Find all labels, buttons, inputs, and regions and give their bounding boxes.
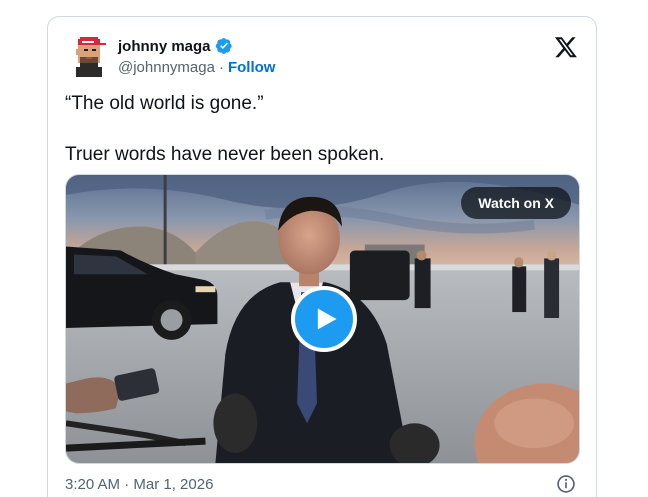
author-handle-row: @johnnymaga · Follow bbox=[118, 59, 275, 76]
tweet-embed-card: johnny maga @johnnymaga · Follow “The ol… bbox=[47, 16, 597, 497]
x-logo-icon[interactable] bbox=[554, 35, 578, 59]
info-icon[interactable] bbox=[556, 474, 576, 494]
tweet-text: “The old world is gone.” Truer words hav… bbox=[65, 91, 580, 168]
play-button[interactable] bbox=[291, 286, 357, 352]
play-icon bbox=[317, 308, 337, 330]
follow-button[interactable]: Follow bbox=[228, 59, 276, 76]
video-thumbnail[interactable]: Watch on X bbox=[65, 174, 580, 464]
watch-on-x-button[interactable]: Watch on X bbox=[461, 187, 571, 219]
tweet-timestamp[interactable]: 3:20 AM · Mar 1, 2026 bbox=[65, 476, 213, 493]
author-display-name[interactable]: johnny maga bbox=[118, 38, 211, 55]
verified-badge-icon bbox=[215, 37, 233, 55]
author-name-row: johnny maga bbox=[118, 37, 233, 55]
author-handle[interactable]: @johnnymaga bbox=[118, 59, 215, 76]
tweet-header: johnny maga @johnnymaga · Follow bbox=[70, 35, 580, 83]
tweet-text-line-2: Truer words have never been spoken. bbox=[65, 144, 385, 165]
handle-separator: · bbox=[218, 59, 224, 76]
tweet-footer: 3:20 AM · Mar 1, 2026 bbox=[65, 474, 580, 497]
avatar[interactable] bbox=[70, 35, 110, 77]
tweet-text-line-1: “The old world is gone.” bbox=[65, 93, 264, 114]
